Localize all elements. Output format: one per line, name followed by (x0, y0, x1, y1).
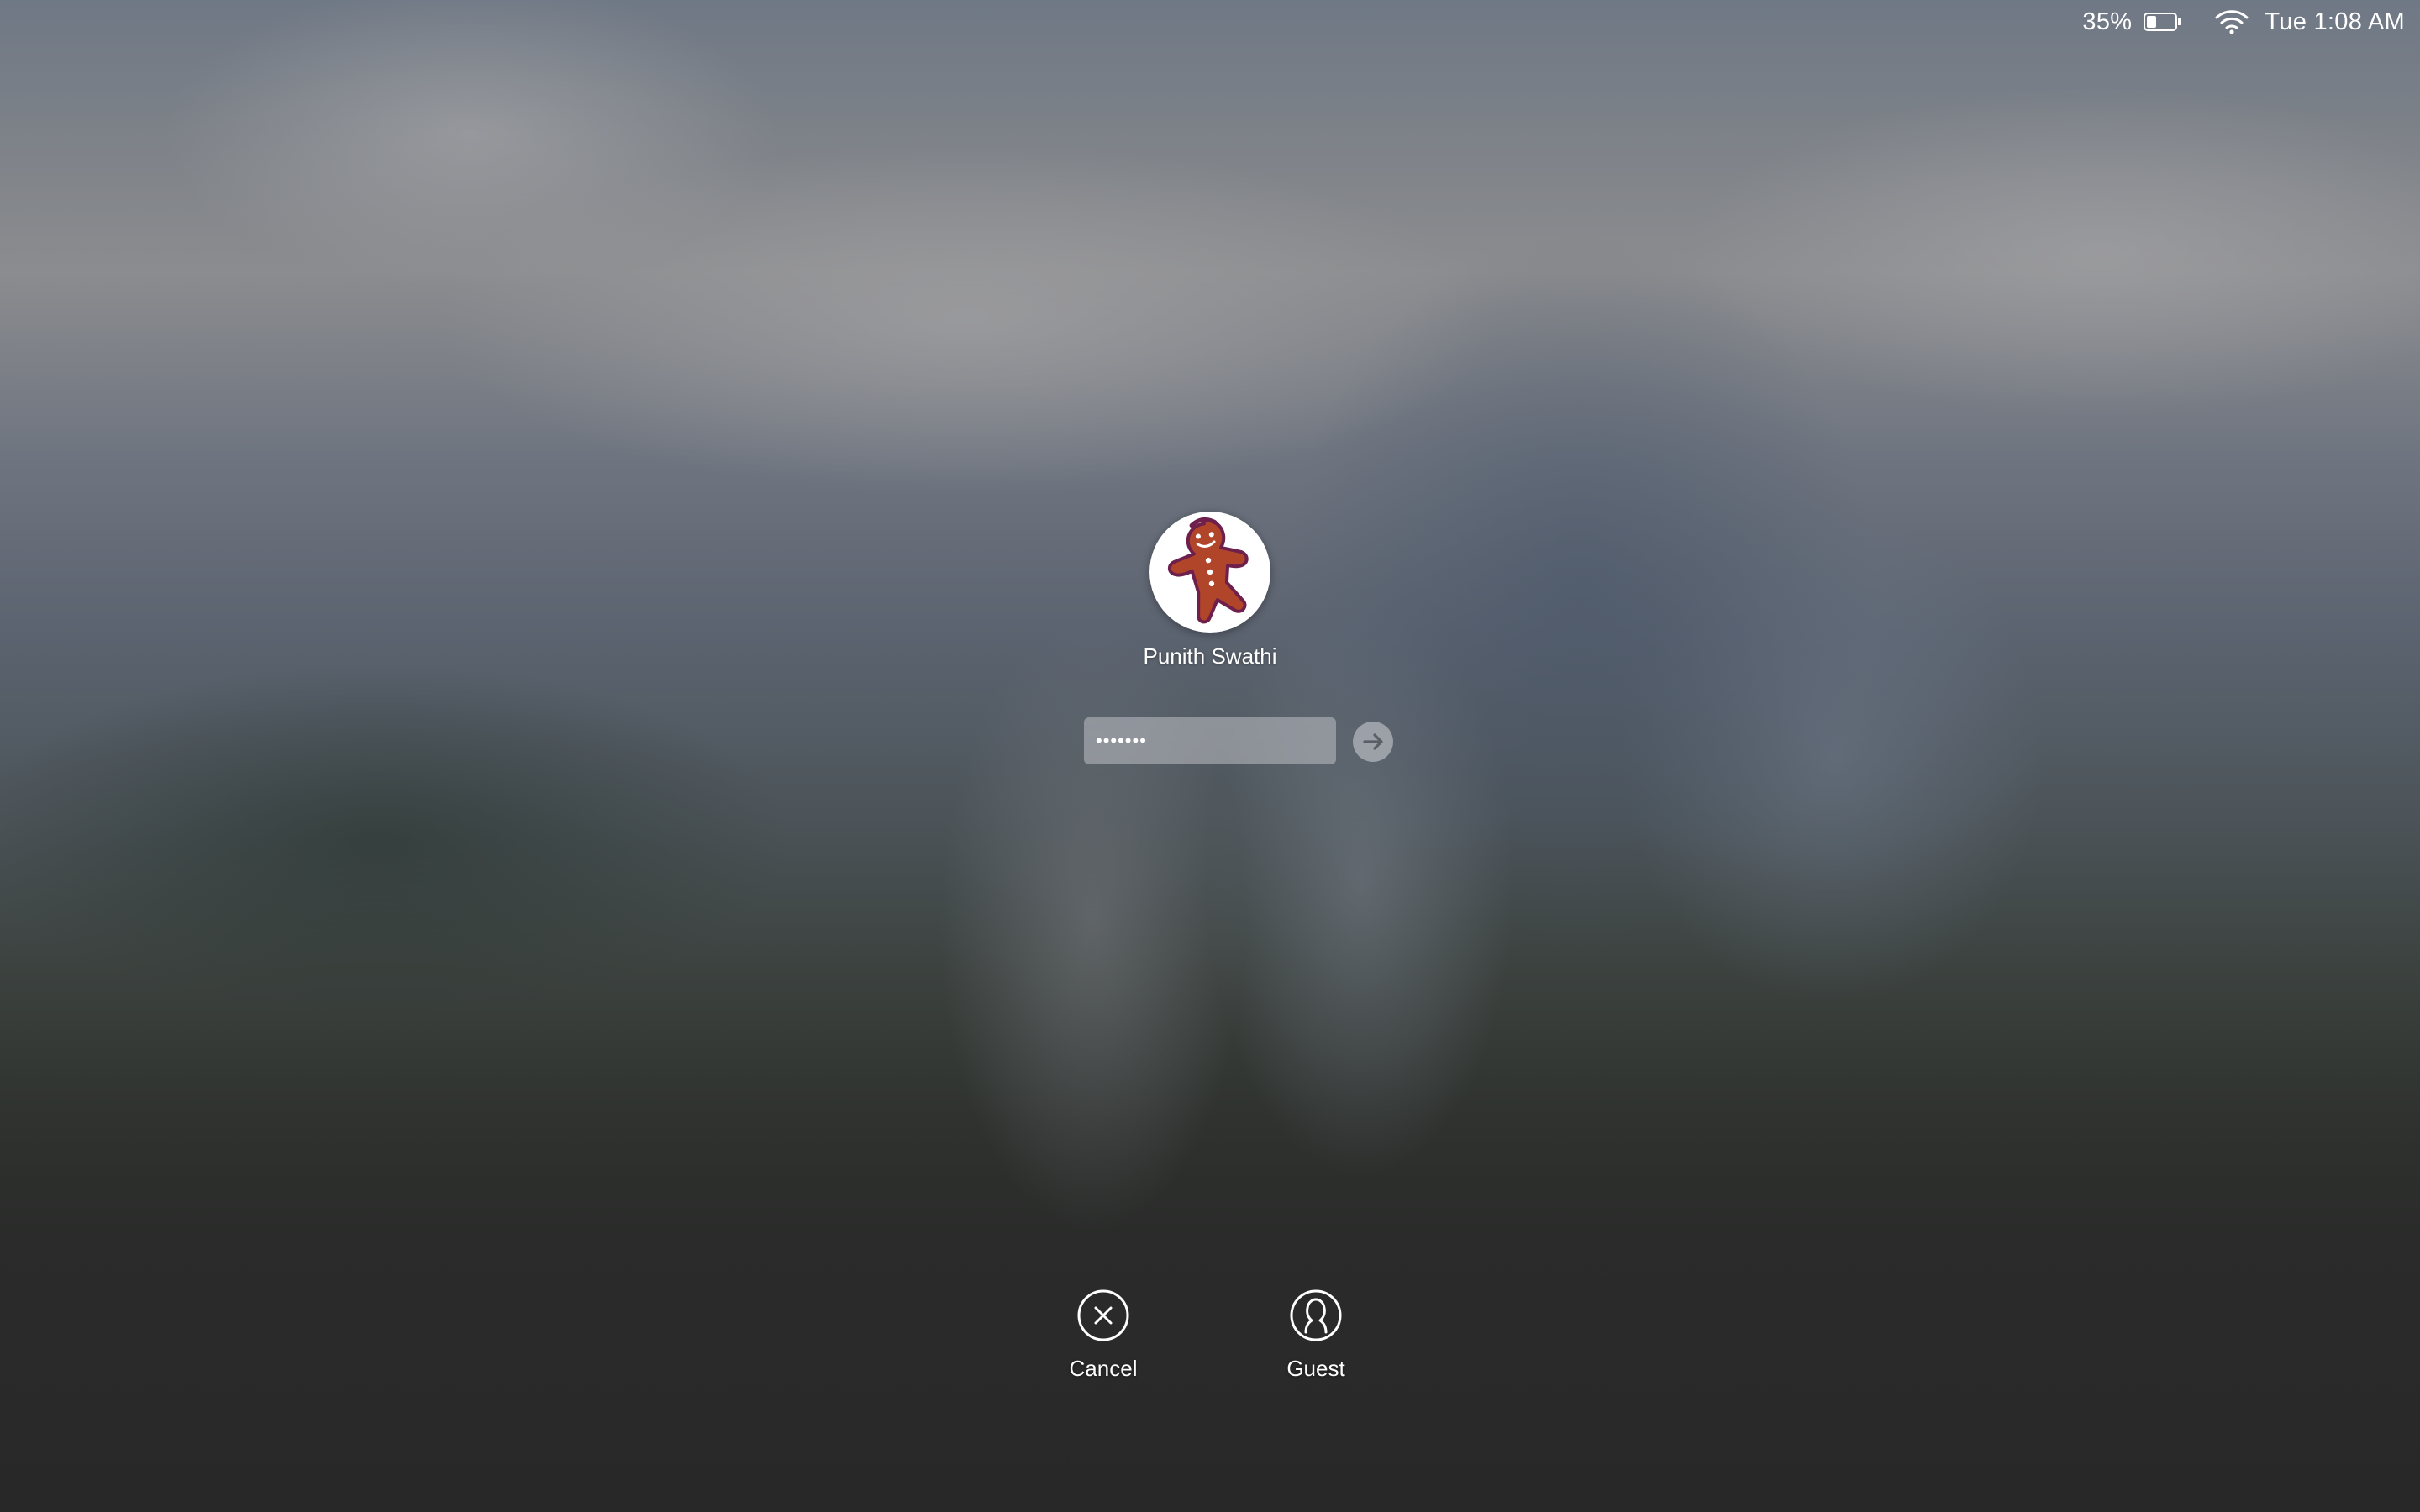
login-screen: 35% Tue 1:08 AM Punith Swathi ••••••• Ca… (0, 0, 2420, 1512)
battery-icon[interactable] (2144, 13, 2182, 31)
gingerbread-man-avatar (1167, 517, 1249, 624)
wifi-icon[interactable] (2214, 8, 2249, 35)
cancel-label: Cancel (1069, 1356, 1138, 1381)
arrow-right-icon (1363, 733, 1383, 750)
battery-percentage: 35% (2082, 8, 2133, 35)
password-input[interactable]: ••••••• (1084, 717, 1336, 764)
guest-label: Guest (1286, 1356, 1345, 1381)
battery-level-fill (2147, 16, 2157, 28)
guest-user-icon (1290, 1289, 1342, 1341)
menu-bar-status: 35% Tue 1:08 AM (2082, 0, 2420, 44)
user-name: Punith Swathi (1143, 643, 1277, 669)
user-avatar[interactable] (1150, 512, 1270, 633)
clock[interactable]: Tue 1:08 AM (2265, 8, 2405, 36)
cancel-button[interactable]: Cancel (1036, 1289, 1171, 1382)
guest-button[interactable]: Guest (1249, 1289, 1383, 1382)
cancel-x-circle-icon (1077, 1289, 1129, 1341)
login-submit-button[interactable] (1353, 722, 1393, 762)
password-dots: ••••••• (1096, 730, 1147, 751)
